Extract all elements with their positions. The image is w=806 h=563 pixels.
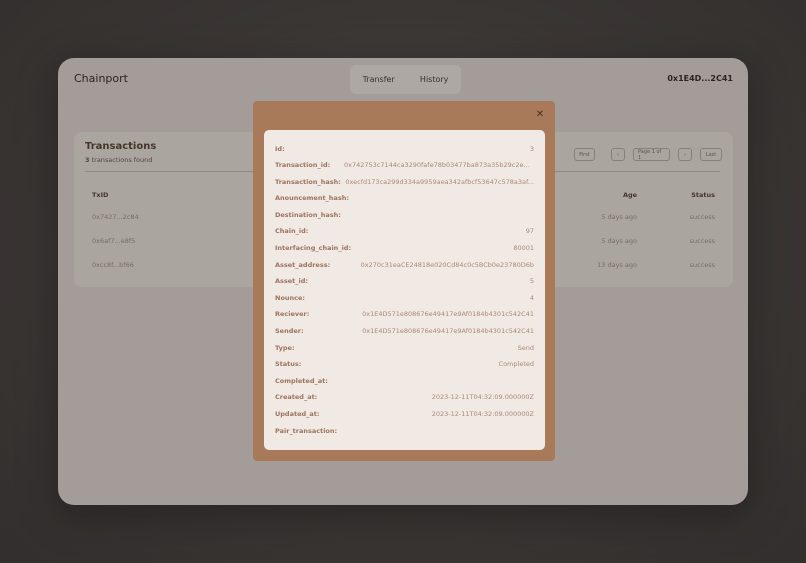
field-row-destination-hash: Destination_hash: xyxy=(275,209,534,221)
field-value: 3 xyxy=(529,145,534,153)
field-row-type: Type: Send xyxy=(275,342,534,354)
field-key: Transaction_hash: xyxy=(275,178,341,186)
field-row-pair-transaction: Pair_transaction: xyxy=(275,425,534,437)
field-key: Pair_transaction: xyxy=(275,427,338,435)
field-value: 2023-12-11T04:32:09.000000Z xyxy=(431,410,534,418)
field-value: 2023-12-11T04:32:09.000000Z xyxy=(431,393,534,401)
transaction-detail-modal: ✕ Id: 3 Transaction_id: 0x742753c7144ca329… xyxy=(253,101,555,461)
field-row-id: Id: 3 xyxy=(275,143,534,155)
field-value: 0x1E4D571e808676e49417e9Af0184b4301c542C… xyxy=(362,327,534,335)
field-key: Interfacing_chain_id: xyxy=(275,244,352,252)
field-key: Anouncement_hash: xyxy=(275,194,349,202)
field-key: Chain_id: xyxy=(275,227,309,235)
field-key: Asset_id: xyxy=(275,277,309,285)
detail-panel: Id: 3 Transaction_id: 0x742753c7144ca3290f… xyxy=(264,130,545,450)
field-row-reciever: Reciever: 0x1E4D571e808676e49417e9Af0184b… xyxy=(275,308,534,320)
field-value: 97 xyxy=(525,227,534,235)
field-value: Completed xyxy=(498,360,534,368)
field-row-completed-at: Completed_at: xyxy=(275,375,534,387)
field-key: Type: xyxy=(275,344,295,352)
field-key: Created_at: xyxy=(275,393,318,401)
field-value: 0xecfd173ca299d334a9959aea342afbcf53647c… xyxy=(345,178,534,186)
field-value: 0x1E4D571e808676e49417e9Af0184b4301c542C… xyxy=(362,310,534,318)
field-row-nounce: Nounce: 4 xyxy=(275,292,534,304)
field-row-anouncement-hash: Anouncement_hash: xyxy=(275,192,534,204)
field-value: 0x270c31eaCE24818e020Cd84c0c5BCb0e23780D… xyxy=(360,261,534,269)
close-icon[interactable]: ✕ xyxy=(534,109,546,121)
field-key: Transaction_id: xyxy=(275,161,331,169)
field-row-sender: Sender: 0x1E4D571e808676e49417e9Af0184b43… xyxy=(275,325,534,337)
field-row-asset-address: Asset_address: 0x270c31eaCE24818e020Cd84c… xyxy=(275,259,534,271)
field-value: Send xyxy=(517,344,534,352)
field-row-updated-at: Updated_at: 2023-12-11T04:32:09.000000Z xyxy=(275,408,534,420)
field-value: 4 xyxy=(529,294,534,302)
field-row-asset-id: Asset_id: 5 xyxy=(275,275,534,287)
field-key: Sender: xyxy=(275,327,304,335)
field-key: Asset_address: xyxy=(275,261,331,269)
field-value: 5 xyxy=(529,277,534,285)
field-row-status: Status: Completed xyxy=(275,358,534,370)
field-key: Nounce: xyxy=(275,294,306,302)
field-row-transaction-id: Transaction_id: 0x742753c7144ca3290fafe78… xyxy=(275,159,534,171)
field-key: Reciever: xyxy=(275,310,310,318)
field-key: Id: xyxy=(275,145,285,153)
field-key: Completed_at: xyxy=(275,377,328,385)
field-row-transaction-hash: Transaction_hash: 0xecfd173ca299d334a9959… xyxy=(275,176,534,188)
field-key: Updated_at: xyxy=(275,410,320,418)
field-row-interfacing-chain-id: Interfacing_chain_id: 80001 xyxy=(275,242,534,254)
field-value: 0x742753c7144ca3290fafe78b03477ba873a35b… xyxy=(344,161,534,169)
field-key: Destination_hash: xyxy=(275,211,341,219)
field-row-chain-id: Chain_id: 97 xyxy=(275,225,534,237)
field-row-created-at: Created_at: 2023-12-11T04:32:09.000000Z xyxy=(275,391,534,403)
field-value: 80001 xyxy=(513,244,534,252)
field-key: Status: xyxy=(275,360,302,368)
